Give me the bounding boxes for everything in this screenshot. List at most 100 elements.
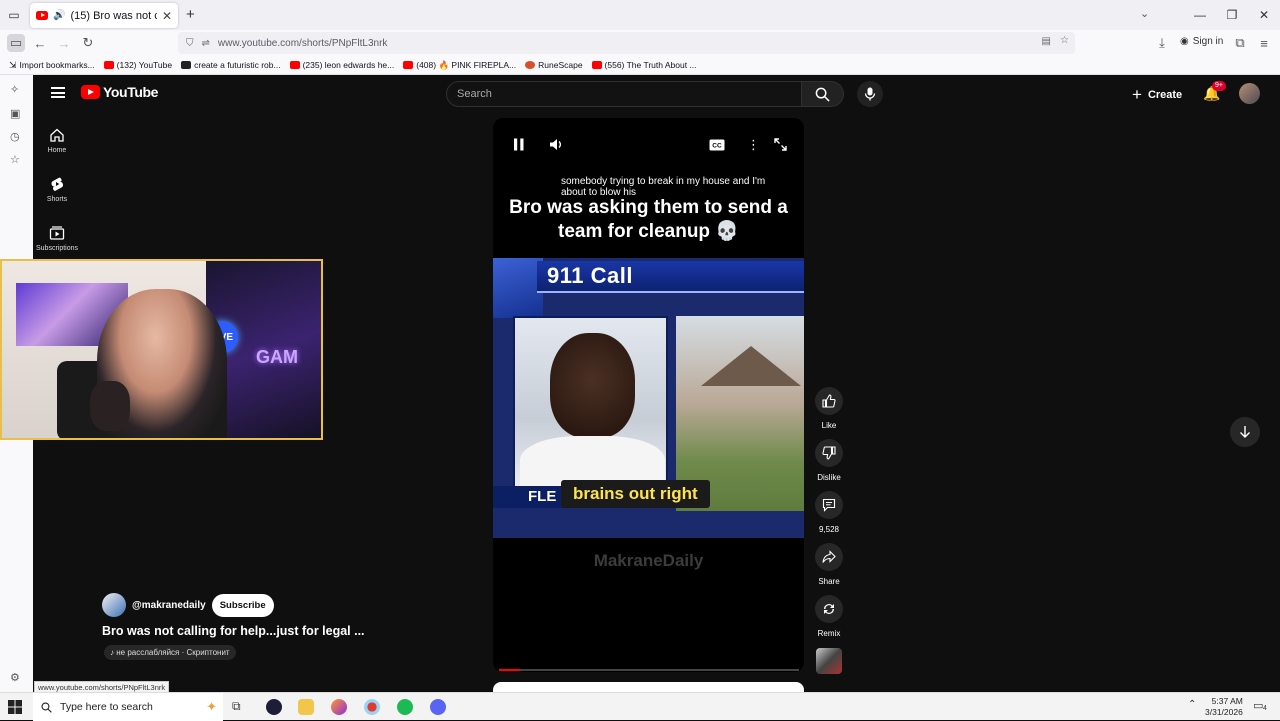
bookmarks-icon[interactable]: ☆ (10, 153, 20, 166)
back-icon[interactable]: ← (31, 34, 49, 52)
hamburger-menu-icon[interactable] (51, 87, 65, 98)
bookmark-label: (408) 🔥 PINK FIREPLA... (416, 59, 517, 70)
reload-icon[interactable]: ↻ (79, 34, 97, 52)
progress-fill (499, 669, 520, 671)
account-icon: ◉ (1180, 36, 1189, 47)
guide-item-shorts[interactable]: Shorts (33, 176, 81, 203)
news-stripe (493, 258, 543, 318)
guide-item-home[interactable]: Home (33, 127, 81, 154)
menu-icon[interactable]: ≡ (1255, 34, 1273, 52)
file-explorer-icon[interactable] (298, 699, 314, 715)
speaker-icon[interactable]: 🔊 (53, 10, 65, 21)
close-window-button[interactable]: ✕ (1248, 8, 1280, 22)
captions-icon[interactable]: CC (709, 138, 725, 156)
next-short-button[interactable] (1230, 417, 1260, 447)
sign-in-button[interactable]: ◉ Sign in (1180, 36, 1223, 47)
notification-center-icon[interactable]: ▭ (1253, 699, 1263, 712)
synced-tabs-icon[interactable]: ▣ (10, 107, 20, 120)
sidebar-toggle-icon[interactable]: ▭ (7, 34, 25, 52)
app-icon[interactable] (364, 699, 380, 715)
guide-item-subscriptions[interactable]: Subscriptions (33, 225, 81, 252)
bookmark-label: (132) YouTube (116, 60, 173, 70)
channel-watermark: MakraneDaily (593, 551, 704, 570)
channel-name[interactable]: @makranedaily (132, 600, 206, 611)
sound-thumbnail[interactable] (816, 648, 842, 674)
spotify-icon[interactable] (397, 699, 413, 715)
music-label: не расслабляйся · Скриптонит (116, 648, 230, 657)
neon-gaming-sign: GAM (256, 347, 298, 367)
mugshot-image (513, 316, 668, 488)
share-button[interactable]: Share (811, 543, 847, 586)
url-text[interactable]: www.youtube.com/shorts/PNpFltL3nrk (218, 38, 388, 49)
bookmark-item[interactable]: ⇲ Import bookmarks... (9, 60, 95, 71)
progress-bar[interactable] (499, 669, 799, 671)
search-icon (41, 701, 52, 713)
guide-label: Home (47, 147, 67, 154)
ai-chat-icon[interactable]: ✧ (10, 83, 19, 96)
clock[interactable]: 5:37 AM 3/31/2026 (1205, 696, 1243, 718)
navigation-bar: ▭ ← → ↻ ⛉ ⇌ www.youtube.com/shorts/PNpFl… (0, 30, 1280, 56)
subscribe-button[interactable]: Subscribe (211, 593, 274, 617)
tray-chevron-icon[interactable]: ⌃ (1188, 699, 1196, 710)
firefox-icon[interactable] (331, 699, 347, 715)
remix-button[interactable]: Remix (811, 595, 847, 638)
action-label: Dislike (817, 473, 841, 482)
history-icon[interactable]: ◷ (10, 130, 20, 143)
pause-icon[interactable] (513, 138, 525, 156)
svg-text:CC: CC (712, 143, 722, 150)
forward-icon[interactable]: → (55, 34, 73, 52)
create-button[interactable]: + Create (1132, 85, 1182, 105)
reader-mode-icon[interactable]: ▤ (1042, 36, 1051, 47)
app-icon[interactable] (266, 699, 282, 715)
taskbar-search[interactable]: Type here to search ✦ (33, 693, 223, 721)
firefox-view-icon[interactable]: ▭ (0, 0, 28, 30)
voice-search-button[interactable] (857, 81, 883, 107)
volume-icon[interactable] (549, 138, 563, 156)
downloads-icon[interactable]: ⤓ (1153, 34, 1171, 52)
bookmark-item[interactable]: RuneScape (525, 60, 583, 70)
bookmark-item[interactable]: (556) The Truth About ... (591, 60, 697, 70)
subscriptions-icon (49, 226, 65, 240)
new-tab-button[interactable]: + (186, 6, 195, 23)
discord-icon[interactable] (430, 699, 446, 715)
bookmark-item[interactable]: (235) leon edwards he... (289, 60, 394, 70)
bookmark-item[interactable]: create a futuristic rob... (181, 60, 281, 70)
bookmark-item[interactable]: (132) YouTube (103, 60, 173, 70)
restore-button[interactable]: ❐ (1216, 8, 1248, 22)
face-shape (550, 333, 635, 438)
webcam-overlay: LIVE GAM (0, 259, 323, 440)
bookmark-star-icon[interactable]: ☆ (1060, 35, 1069, 46)
shorts-player[interactable]: CC ⋮ somebody trying to break in my hous… (493, 118, 804, 672)
video-frame: 911 Call FLE brains out right (493, 258, 804, 538)
youtube-icon (103, 61, 114, 69)
dislike-button[interactable]: Dislike (811, 439, 847, 482)
tab-title: (15) Bro was not calling for (70, 9, 156, 22)
windows-start-icon[interactable] (8, 700, 22, 714)
bookmark-item[interactable]: (408) 🔥 PINK FIREPLA... (403, 60, 516, 71)
youtube-logo[interactable]: YouTube (81, 84, 158, 100)
minimize-button[interactable]: — (1184, 8, 1216, 22)
url-bar[interactable]: ⛉ ⇌ www.youtube.com/shorts/PNpFltL3nrk ▤… (178, 32, 1075, 54)
search-highlight-icon: ✦ (206, 699, 217, 714)
more-options-icon[interactable]: ⋮ (747, 137, 760, 153)
extensions-icon[interactable]: ⧉ (1231, 34, 1249, 52)
comments-button[interactable]: 9,528 (811, 491, 847, 534)
task-view-icon[interactable]: ⧉ (232, 699, 248, 715)
create-label: Create (1147, 89, 1183, 101)
channel-avatar[interactable] (102, 593, 126, 617)
account-avatar[interactable] (1239, 83, 1260, 104)
shield-icon[interactable]: ⛉ (186, 38, 194, 49)
list-tabs-icon[interactable]: ⌄ (1140, 7, 1149, 20)
search-button[interactable] (802, 81, 844, 107)
close-tab-icon[interactable]: ✕ (162, 9, 172, 23)
active-tab[interactable]: 🔊 (15) Bro was not calling for ✕ (30, 3, 178, 28)
video-title[interactable]: Bro was not calling for help...just for … (102, 624, 365, 638)
youtube-icon (403, 61, 414, 69)
page-info-icon[interactable]: ⇌ (202, 38, 210, 49)
settings-gear-icon[interactable]: ⚙ (10, 671, 20, 684)
music-chip[interactable]: ♪ не расслабляйся · Скриптонит (104, 645, 236, 660)
like-button[interactable]: Like (811, 387, 847, 430)
fullscreen-icon[interactable] (774, 138, 787, 156)
search-input[interactable]: Search (446, 81, 802, 107)
action-label: 9,528 (818, 525, 840, 534)
